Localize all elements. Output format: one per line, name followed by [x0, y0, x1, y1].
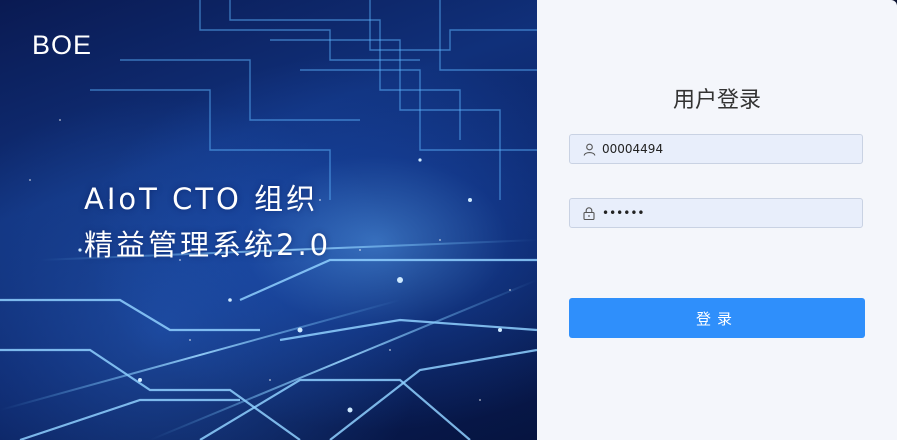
- hero-panel: BOE AIoT CTO 组织 精益管理系统2.0: [0, 0, 537, 440]
- system-title: AIoT CTO 组织 精益管理系统2.0: [84, 176, 331, 268]
- login-panel: 用户登录 登录: [537, 0, 897, 440]
- user-icon: [582, 142, 596, 156]
- username-field[interactable]: [569, 134, 863, 164]
- login-title: 用户登录: [672, 88, 761, 113]
- password-field[interactable]: [569, 198, 863, 228]
- username-input[interactable]: [602, 142, 852, 156]
- lock-icon: [582, 206, 596, 220]
- password-input[interactable]: [602, 206, 852, 220]
- login-page: BOE AIoT CTO 组织 精益管理系统2.0 用户登录 00004494 …: [0, 0, 897, 440]
- boe-logo: BOE: [32, 30, 93, 60]
- system-title-line1: AIoT CTO 组织: [84, 182, 319, 216]
- system-title-line2: 精益管理系统2.0: [84, 228, 332, 262]
- login-button[interactable]: 登录: [569, 298, 865, 338]
